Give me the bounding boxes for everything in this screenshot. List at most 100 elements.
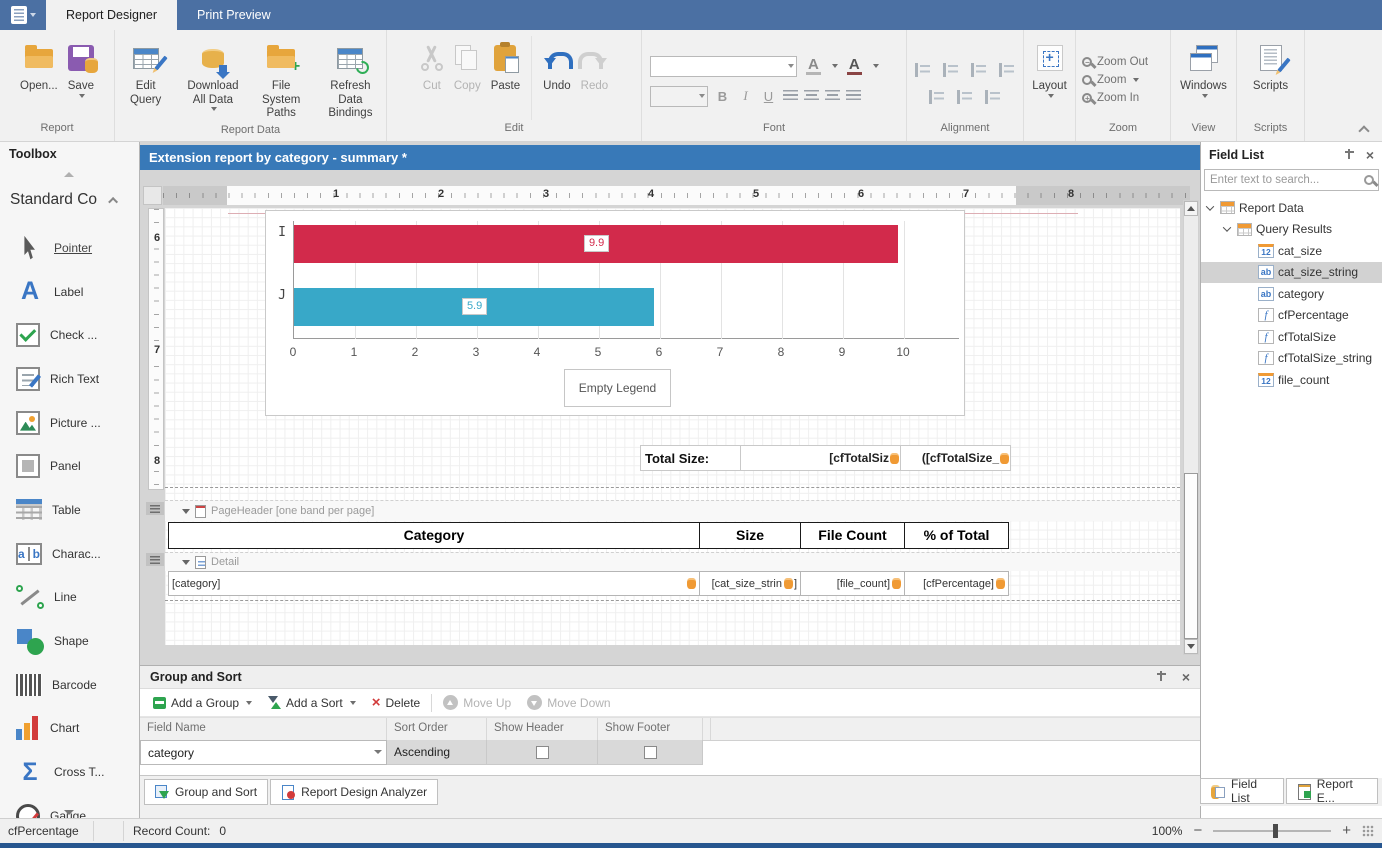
- toolbox-item-panel[interactable]: Panel: [0, 444, 140, 488]
- zoom-plus-button[interactable]: +: [1342, 824, 1351, 838]
- zoom-out-button[interactable]: − Zoom Out: [1076, 54, 1154, 70]
- toolbox-item-chart[interactable]: Chart: [0, 707, 140, 751]
- ribbon-collapse-button[interactable]: [1359, 124, 1368, 133]
- save-button[interactable]: Save: [64, 36, 98, 101]
- field-name-cell[interactable]: category: [140, 740, 387, 765]
- collapse-triangle-icon[interactable]: [182, 509, 190, 514]
- chevron-down-icon[interactable]: [1206, 202, 1214, 210]
- app-menu-button[interactable]: [0, 0, 46, 30]
- tab-group-and-sort[interactable]: Group and Sort: [144, 779, 268, 805]
- detail-cell[interactable]: [file_count]: [800, 571, 905, 596]
- close-icon[interactable]: ×: [1366, 149, 1374, 161]
- align-tool-icon[interactable]: [971, 63, 988, 77]
- field-item-cat-size-string[interactable]: abcat_size_string: [1201, 262, 1382, 284]
- move-up-button[interactable]: Move Up: [435, 691, 519, 715]
- show-footer-checkbox[interactable]: [644, 746, 657, 759]
- font-name-select[interactable]: [650, 56, 797, 77]
- total-size-value-cell[interactable]: [cfTotalSiz: [740, 445, 901, 471]
- field-item-category[interactable]: abcategory: [1201, 283, 1382, 305]
- font-size-select[interactable]: [650, 86, 708, 107]
- collapse-triangle-icon[interactable]: [182, 560, 190, 565]
- tab-print-preview[interactable]: Print Preview: [177, 0, 291, 30]
- layout-button[interactable]: Layout: [1028, 36, 1071, 101]
- total-size-string-cell[interactable]: ([cfTotalSize_: [900, 445, 1011, 471]
- zoom-in-button[interactable]: + Zoom In: [1076, 90, 1145, 106]
- toolbox-item-label[interactable]: Label: [0, 270, 140, 314]
- detail-band[interactable]: Detail: [165, 552, 1180, 571]
- band-marker-icon[interactable]: [146, 502, 164, 515]
- field-item-cat-size[interactable]: 12cat_size: [1201, 240, 1382, 262]
- field-item-cftotalsize-string[interactable]: fcfTotalSize_string: [1201, 348, 1382, 370]
- download-all-data-button[interactable]: Download All Data: [178, 36, 247, 114]
- delete-button[interactable]: × Delete: [364, 691, 428, 715]
- scripts-button[interactable]: Scripts: [1249, 36, 1292, 97]
- detail-cell[interactable]: [cat_size_strin]: [699, 571, 801, 596]
- toolbox-item-cross-t[interactable]: Cross T...: [0, 750, 140, 794]
- tab-field-list[interactable]: Field List: [1200, 778, 1284, 804]
- font-color-button[interactable]: A: [847, 58, 862, 75]
- align-text-right-button[interactable]: [825, 90, 840, 102]
- add-group-button[interactable]: Add a Group: [145, 691, 260, 715]
- toolbox-item-pointer[interactable]: Pointer: [0, 226, 140, 270]
- refresh-data-bindings-button[interactable]: Refresh Data Bindings: [315, 36, 386, 124]
- field-item-file-count[interactable]: 12file_count: [1201, 369, 1382, 391]
- table-header-cell-of-total[interactable]: % of Total: [904, 522, 1009, 549]
- zoom-button[interactable]: Zoom: [1076, 72, 1145, 88]
- chevron-down-icon[interactable]: [374, 750, 382, 754]
- align-tool-icon[interactable]: [943, 63, 960, 77]
- toolbox-scroll-up-icon[interactable]: [64, 172, 74, 177]
- band-marker-icon[interactable]: [146, 553, 164, 566]
- field-item-cfpercentage[interactable]: fcfPercentage: [1201, 305, 1382, 327]
- align-tool-icon[interactable]: [985, 90, 1002, 104]
- detail-cell[interactable]: [category]: [168, 571, 700, 596]
- field-search-box[interactable]: [1204, 169, 1379, 191]
- align-tool-icon[interactable]: [999, 63, 1016, 77]
- chevron-down-icon[interactable]: [1223, 224, 1231, 232]
- cut-button[interactable]: Cut: [416, 36, 448, 97]
- close-icon[interactable]: ×: [1182, 671, 1190, 683]
- zoom-slider[interactable]: [1213, 830, 1331, 832]
- align-text-center-button[interactable]: [804, 90, 819, 102]
- tab-report-design-analyzer[interactable]: Report Design Analyzer: [270, 779, 438, 805]
- tab-report-e[interactable]: Report E...: [1286, 778, 1378, 804]
- move-down-button[interactable]: Move Down: [519, 691, 618, 715]
- toolbox-section-standard-controls[interactable]: Standard Co: [0, 184, 140, 216]
- redo-button[interactable]: Redo: [577, 36, 613, 97]
- toolbox-item-shape[interactable]: Shape: [0, 619, 140, 663]
- resize-grip-icon[interactable]: [1362, 825, 1374, 837]
- chart-element[interactable]: 9.95.9 Empty Legend 012345678910IJ: [265, 210, 965, 416]
- scrollbar-thumb[interactable]: [1184, 473, 1198, 639]
- zoom-minus-button[interactable]: −: [1193, 824, 1202, 838]
- sort-order-cell[interactable]: Ascending: [387, 740, 487, 765]
- windows-button[interactable]: Windows: [1176, 36, 1231, 101]
- font-highlight-button[interactable]: A: [806, 58, 821, 75]
- align-tool-icon[interactable]: [957, 90, 974, 104]
- toolbox-item-line[interactable]: Line: [0, 576, 140, 620]
- file-system-paths-button[interactable]: + File System Paths: [250, 36, 313, 124]
- align-tool-icon[interactable]: [929, 90, 946, 104]
- detail-cell[interactable]: [cfPercentage]: [904, 571, 1009, 596]
- pin-icon[interactable]: [1157, 671, 1166, 683]
- edit-query-button[interactable]: Edit Query: [115, 36, 176, 110]
- toolbox-item-barcode[interactable]: Barcode: [0, 663, 140, 707]
- align-text-left-button[interactable]: [783, 90, 798, 102]
- paste-button[interactable]: Paste: [487, 36, 524, 97]
- underline-button[interactable]: U: [760, 89, 777, 104]
- total-size-label-cell[interactable]: Total Size:: [640, 445, 741, 471]
- field-item-report-data[interactable]: Report Data: [1201, 197, 1382, 219]
- toolbox-item-charac[interactable]: Charac...: [0, 532, 140, 576]
- toolbox-scroll-down-icon[interactable]: [64, 810, 74, 815]
- add-sort-button[interactable]: Add a Sort: [260, 691, 364, 715]
- align-text-justify-button[interactable]: [846, 90, 861, 102]
- tab-report-designer[interactable]: Report Designer: [46, 0, 177, 30]
- toolbox-item-rich-text[interactable]: Rich Text: [0, 357, 140, 401]
- design-vertical-sc rollbar[interactable]: [1183, 200, 1199, 655]
- undo-button[interactable]: Undo: [539, 36, 575, 97]
- field-item-query-results[interactable]: Query Results: [1201, 219, 1382, 241]
- toolbox-item-picture[interactable]: Picture ...: [0, 401, 140, 445]
- table-header-cell-file-count[interactable]: File Count: [800, 522, 905, 549]
- toolbox-item-check[interactable]: Check ...: [0, 313, 140, 357]
- open-button[interactable]: Open...: [16, 36, 62, 97]
- pin-icon[interactable]: [1345, 149, 1354, 161]
- copy-button[interactable]: Copy: [450, 36, 485, 97]
